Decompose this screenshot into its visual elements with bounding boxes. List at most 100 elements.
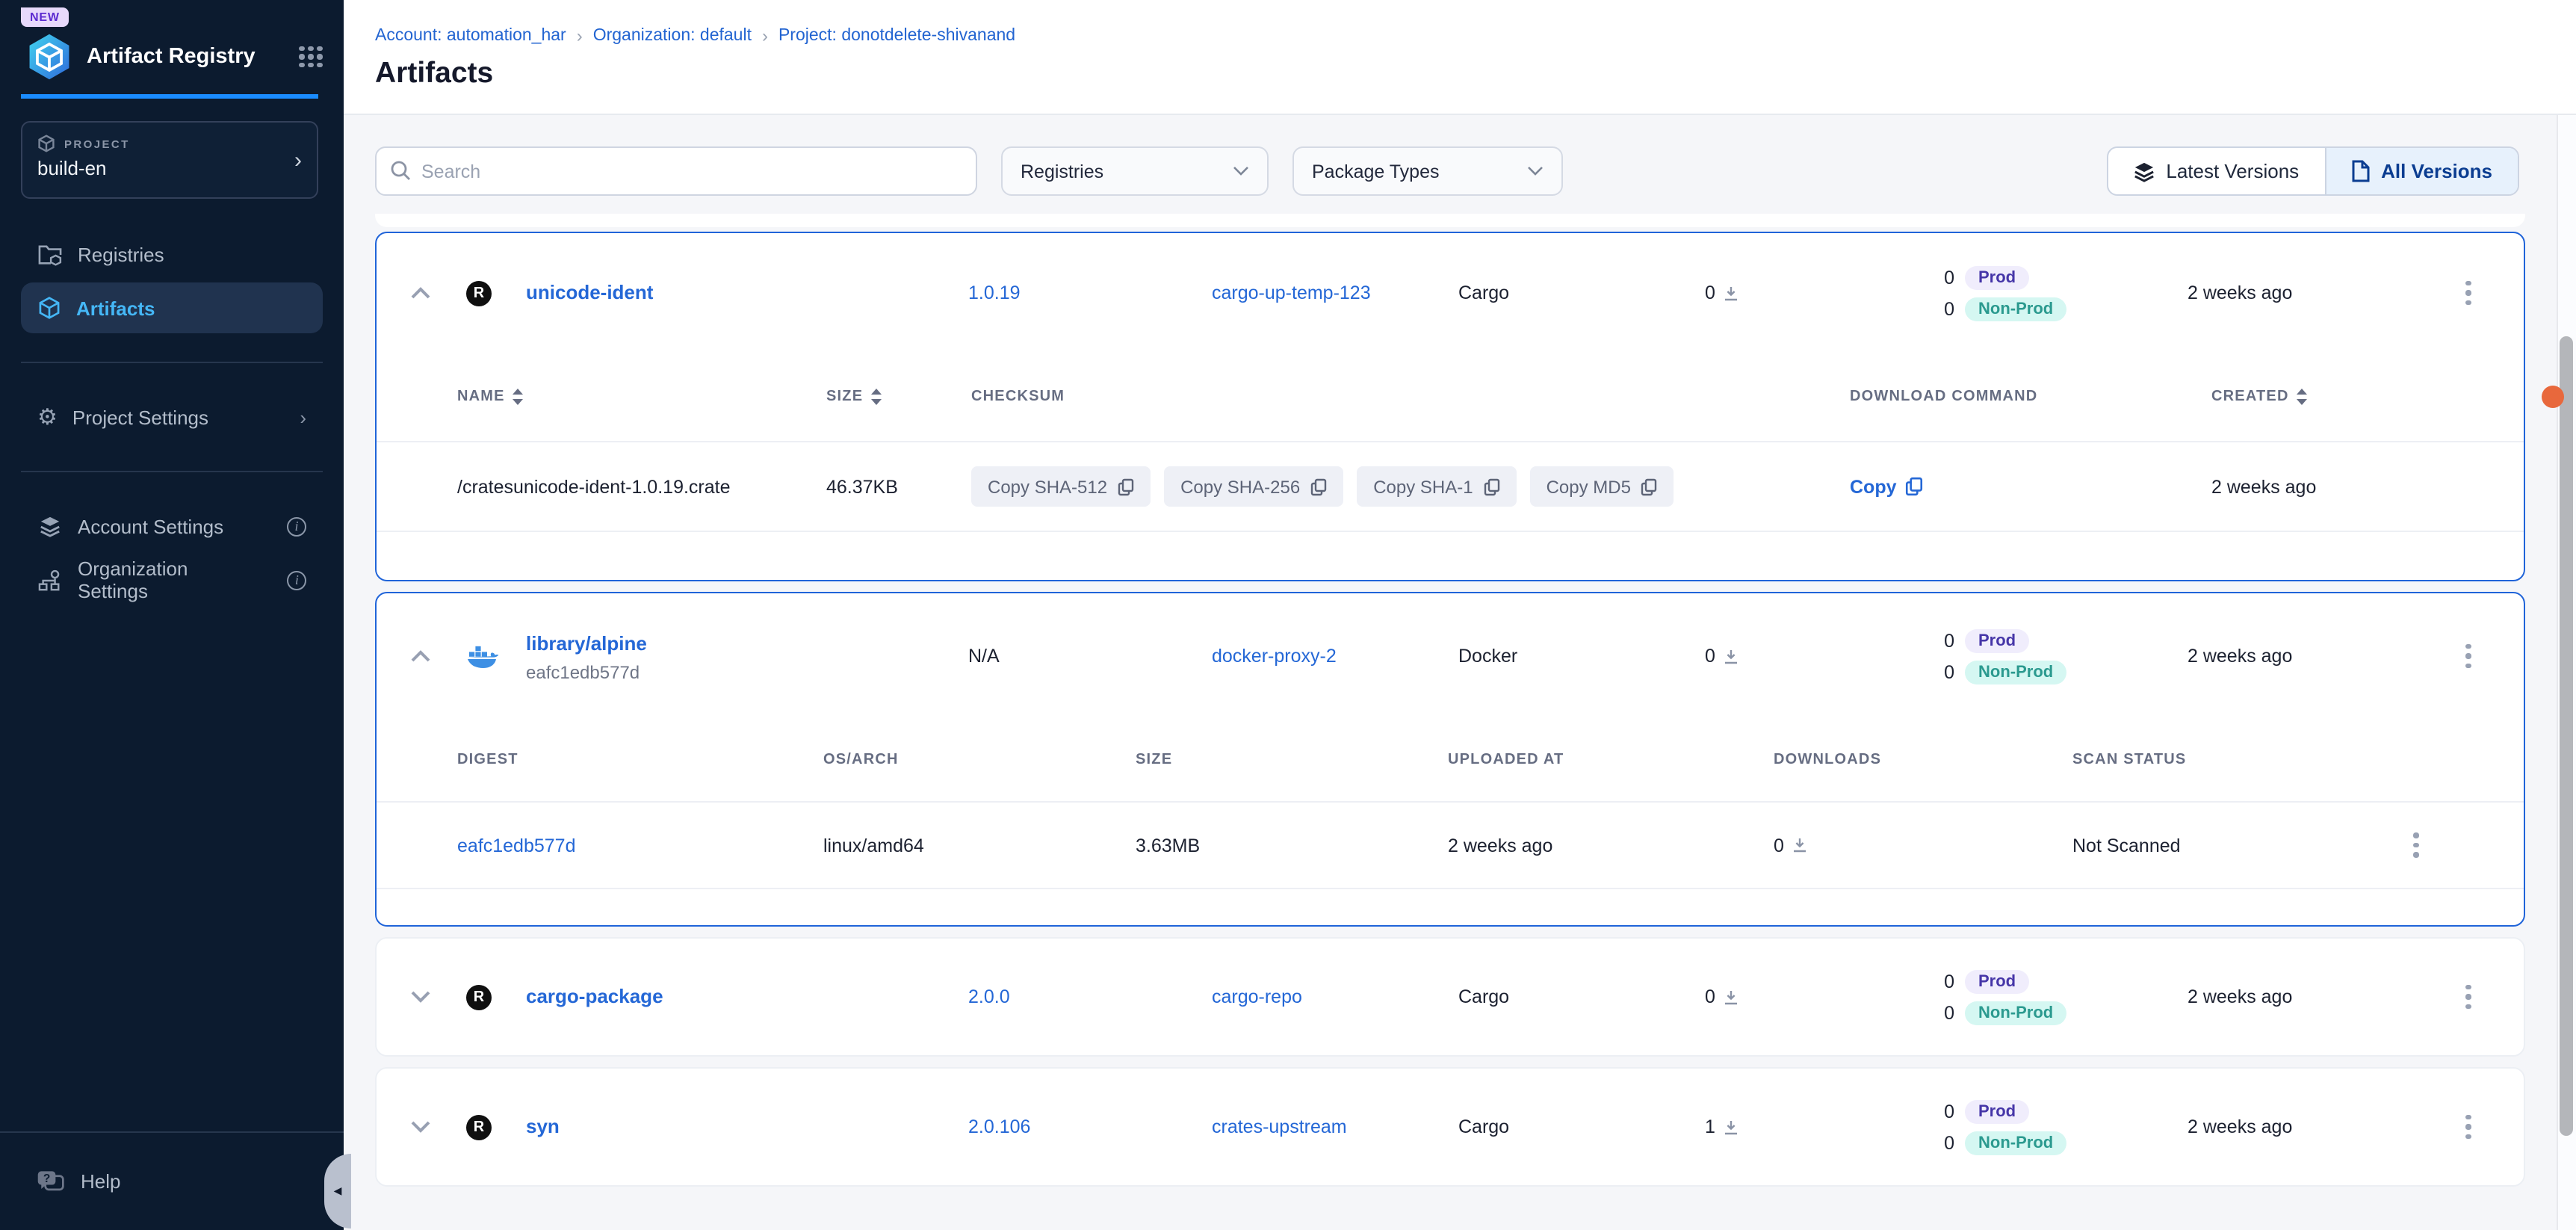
package-types-filter-dropdown[interactable]: Package Types bbox=[1292, 146, 1563, 196]
download-icon bbox=[1792, 837, 1808, 853]
all-versions-button[interactable]: All Versions bbox=[2324, 148, 2518, 194]
downloads-count: 1 bbox=[1705, 1116, 1942, 1137]
module-grid-icon[interactable] bbox=[299, 46, 323, 68]
file-icon bbox=[2351, 160, 2369, 182]
artifact-card-library-alpine: library/alpine eafc1edb577d N/A docker-p… bbox=[375, 592, 2525, 927]
artifact-row: R unicode-ident 1.0.19 cargo-up-temp-123… bbox=[377, 233, 2524, 353]
artifact-name-link[interactable]: library/alpine bbox=[526, 631, 647, 654]
breadcrumb-account-link[interactable]: Account: automation_har bbox=[375, 27, 566, 45]
registries-filter-dropdown[interactable]: Registries bbox=[1001, 146, 1269, 196]
row-menu-button[interactable] bbox=[2453, 985, 2483, 1010]
artifact-card-syn: R syn 2.0.106 crates-upstream Cargo 1 0 … bbox=[375, 1067, 2525, 1187]
sidebar-nav: Registries Artifacts ⚙ Project Settings … bbox=[0, 226, 344, 608]
app-logo-icon bbox=[24, 31, 75, 82]
sidebar-item-artifacts[interactable]: Artifacts bbox=[21, 282, 323, 333]
package-type: Cargo bbox=[1458, 986, 1705, 1007]
copy-sha1-button[interactable]: Copy SHA-1 bbox=[1357, 466, 1516, 507]
partial-row-strip bbox=[375, 214, 2525, 227]
row-menu-button[interactable] bbox=[2453, 1115, 2483, 1140]
latest-versions-button[interactable]: Latest Versions bbox=[2108, 148, 2324, 194]
latest-versions-label: Latest Versions bbox=[2166, 160, 2299, 182]
artifact-digest: eafc1edb577d bbox=[526, 661, 968, 682]
digest-link[interactable]: eafc1edb577d bbox=[457, 835, 576, 856]
env-counts: 0 Prod 0 Non-Prod bbox=[1942, 1099, 2188, 1155]
artifact-version-link[interactable]: 2.0.106 bbox=[968, 1116, 1030, 1137]
scrollbar-track[interactable] bbox=[2557, 115, 2576, 1230]
app-root: NEW Artifact Registry bbox=[0, 0, 2576, 1230]
column-header-name[interactable]: NAME bbox=[457, 389, 826, 405]
sidebar-item-label: Registries bbox=[78, 243, 164, 265]
chevron-down-icon bbox=[1527, 166, 1544, 176]
help-label[interactable]: Help bbox=[81, 1170, 121, 1193]
copy-sha512-button[interactable]: Copy SHA-512 bbox=[971, 466, 1151, 507]
sidebar-item-label: Account Settings bbox=[78, 515, 223, 537]
file-name: /cratesunicode-ident-1.0.19.crate bbox=[457, 476, 826, 497]
column-header-created[interactable]: CREATED bbox=[2211, 389, 2524, 405]
copy-md5-button[interactable]: Copy MD5 bbox=[1530, 466, 1674, 507]
breadcrumb-project-link[interactable]: Project: donotdelete-shivanand bbox=[778, 27, 1015, 45]
sidebar-item-label: Project Settings bbox=[72, 406, 208, 428]
artifact-version-link[interactable]: 1.0.19 bbox=[968, 282, 1021, 303]
created-at: 2 weeks ago bbox=[2188, 1116, 2453, 1137]
sidebar-item-account-settings[interactable]: Account Settings i bbox=[21, 501, 323, 551]
created-at: 2 weeks ago bbox=[2188, 282, 2453, 303]
artifact-registry-link[interactable]: cargo-up-temp-123 bbox=[1212, 282, 1371, 303]
artifact-registry-link[interactable]: crates-upstream bbox=[1212, 1116, 1347, 1137]
artifact-name-link[interactable]: cargo-package bbox=[526, 985, 663, 1007]
feedback-marker[interactable] bbox=[2542, 386, 2564, 408]
column-header-size[interactable]: SIZE bbox=[826, 389, 971, 405]
scrollbar-thumb[interactable] bbox=[2560, 336, 2573, 1136]
copy-download-command-button[interactable]: Copy bbox=[1850, 476, 1924, 497]
sort-icon bbox=[870, 389, 881, 405]
cargo-package-icon: R bbox=[466, 280, 492, 306]
non-prod-badge: Non-Prod bbox=[1965, 1131, 2066, 1155]
svg-text:?: ? bbox=[43, 1172, 50, 1185]
non-prod-badge: Non-Prod bbox=[1965, 297, 2066, 321]
copy-icon bbox=[1310, 478, 1327, 495]
created-at: 2 weeks ago bbox=[2188, 646, 2453, 667]
all-versions-label: All Versions bbox=[2381, 160, 2492, 182]
artifact-name-link[interactable]: unicode-ident bbox=[526, 281, 653, 303]
env-counts: 0 Prod 0 Non-Prod bbox=[1942, 628, 2188, 684]
download-icon bbox=[1723, 989, 1739, 1005]
package-type: Docker bbox=[1458, 646, 1705, 667]
file-row: /cratesunicode-ident-1.0.19.crate 46.37K… bbox=[377, 442, 2524, 532]
expand-row-button[interactable] bbox=[400, 1107, 439, 1146]
column-header-digest: DIGEST bbox=[457, 752, 823, 768]
sidebar-item-label: Artifacts bbox=[76, 297, 155, 319]
column-header-os-arch: OS/ARCH bbox=[823, 752, 1136, 768]
package-types-filter-label: Package Types bbox=[1312, 161, 1440, 182]
column-header-checksum: CHECKSUM bbox=[971, 389, 1850, 405]
artifact-version-link[interactable]: 2.0.0 bbox=[968, 986, 1010, 1007]
digest-menu-button[interactable] bbox=[2401, 833, 2431, 858]
expand-row-button[interactable] bbox=[400, 977, 439, 1016]
downloads-count: 0 bbox=[1705, 646, 1942, 667]
row-menu-button[interactable] bbox=[2453, 644, 2483, 669]
downloads-count: 0 bbox=[1705, 282, 1942, 303]
breadcrumb-org-link[interactable]: Organization: default bbox=[593, 27, 752, 45]
artifact-registry-link[interactable]: cargo-repo bbox=[1212, 986, 1302, 1007]
artifact-registry-link[interactable]: docker-proxy-2 bbox=[1212, 646, 1337, 667]
artifact-row: R syn 2.0.106 crates-upstream Cargo 1 0 … bbox=[377, 1069, 2524, 1185]
project-selector[interactable]: PROJECT build-en › bbox=[21, 121, 318, 199]
sidebar-item-label: Organization Settings bbox=[78, 557, 258, 602]
sidebar-item-organization-settings[interactable]: Organization Settings i bbox=[21, 554, 323, 605]
sidebar-item-registries[interactable]: Registries bbox=[21, 229, 323, 279]
search-input[interactable] bbox=[375, 146, 977, 196]
sidebar-footer: ? Help bbox=[0, 1131, 344, 1230]
collapse-row-button[interactable] bbox=[400, 637, 439, 676]
uploaded-at: 2 weeks ago bbox=[1448, 835, 1774, 856]
sidebar-item-project-settings[interactable]: ⚙ Project Settings › bbox=[21, 392, 323, 442]
copy-sha256-button[interactable]: Copy SHA-256 bbox=[1164, 466, 1343, 507]
gear-icon: ⚙ bbox=[37, 406, 58, 428]
artifact-name-link[interactable]: syn bbox=[526, 1115, 560, 1137]
registries-icon bbox=[37, 243, 63, 265]
download-icon bbox=[1723, 285, 1739, 301]
prod-badge: Prod bbox=[1965, 969, 2029, 993]
digest-downloads: 0 bbox=[1774, 835, 2072, 856]
download-icon bbox=[1723, 1119, 1739, 1135]
collapse-row-button[interactable] bbox=[400, 273, 439, 312]
row-menu-button[interactable] bbox=[2453, 281, 2483, 306]
package-type: Cargo bbox=[1458, 1116, 1705, 1137]
column-header-size: SIZE bbox=[1136, 752, 1448, 768]
